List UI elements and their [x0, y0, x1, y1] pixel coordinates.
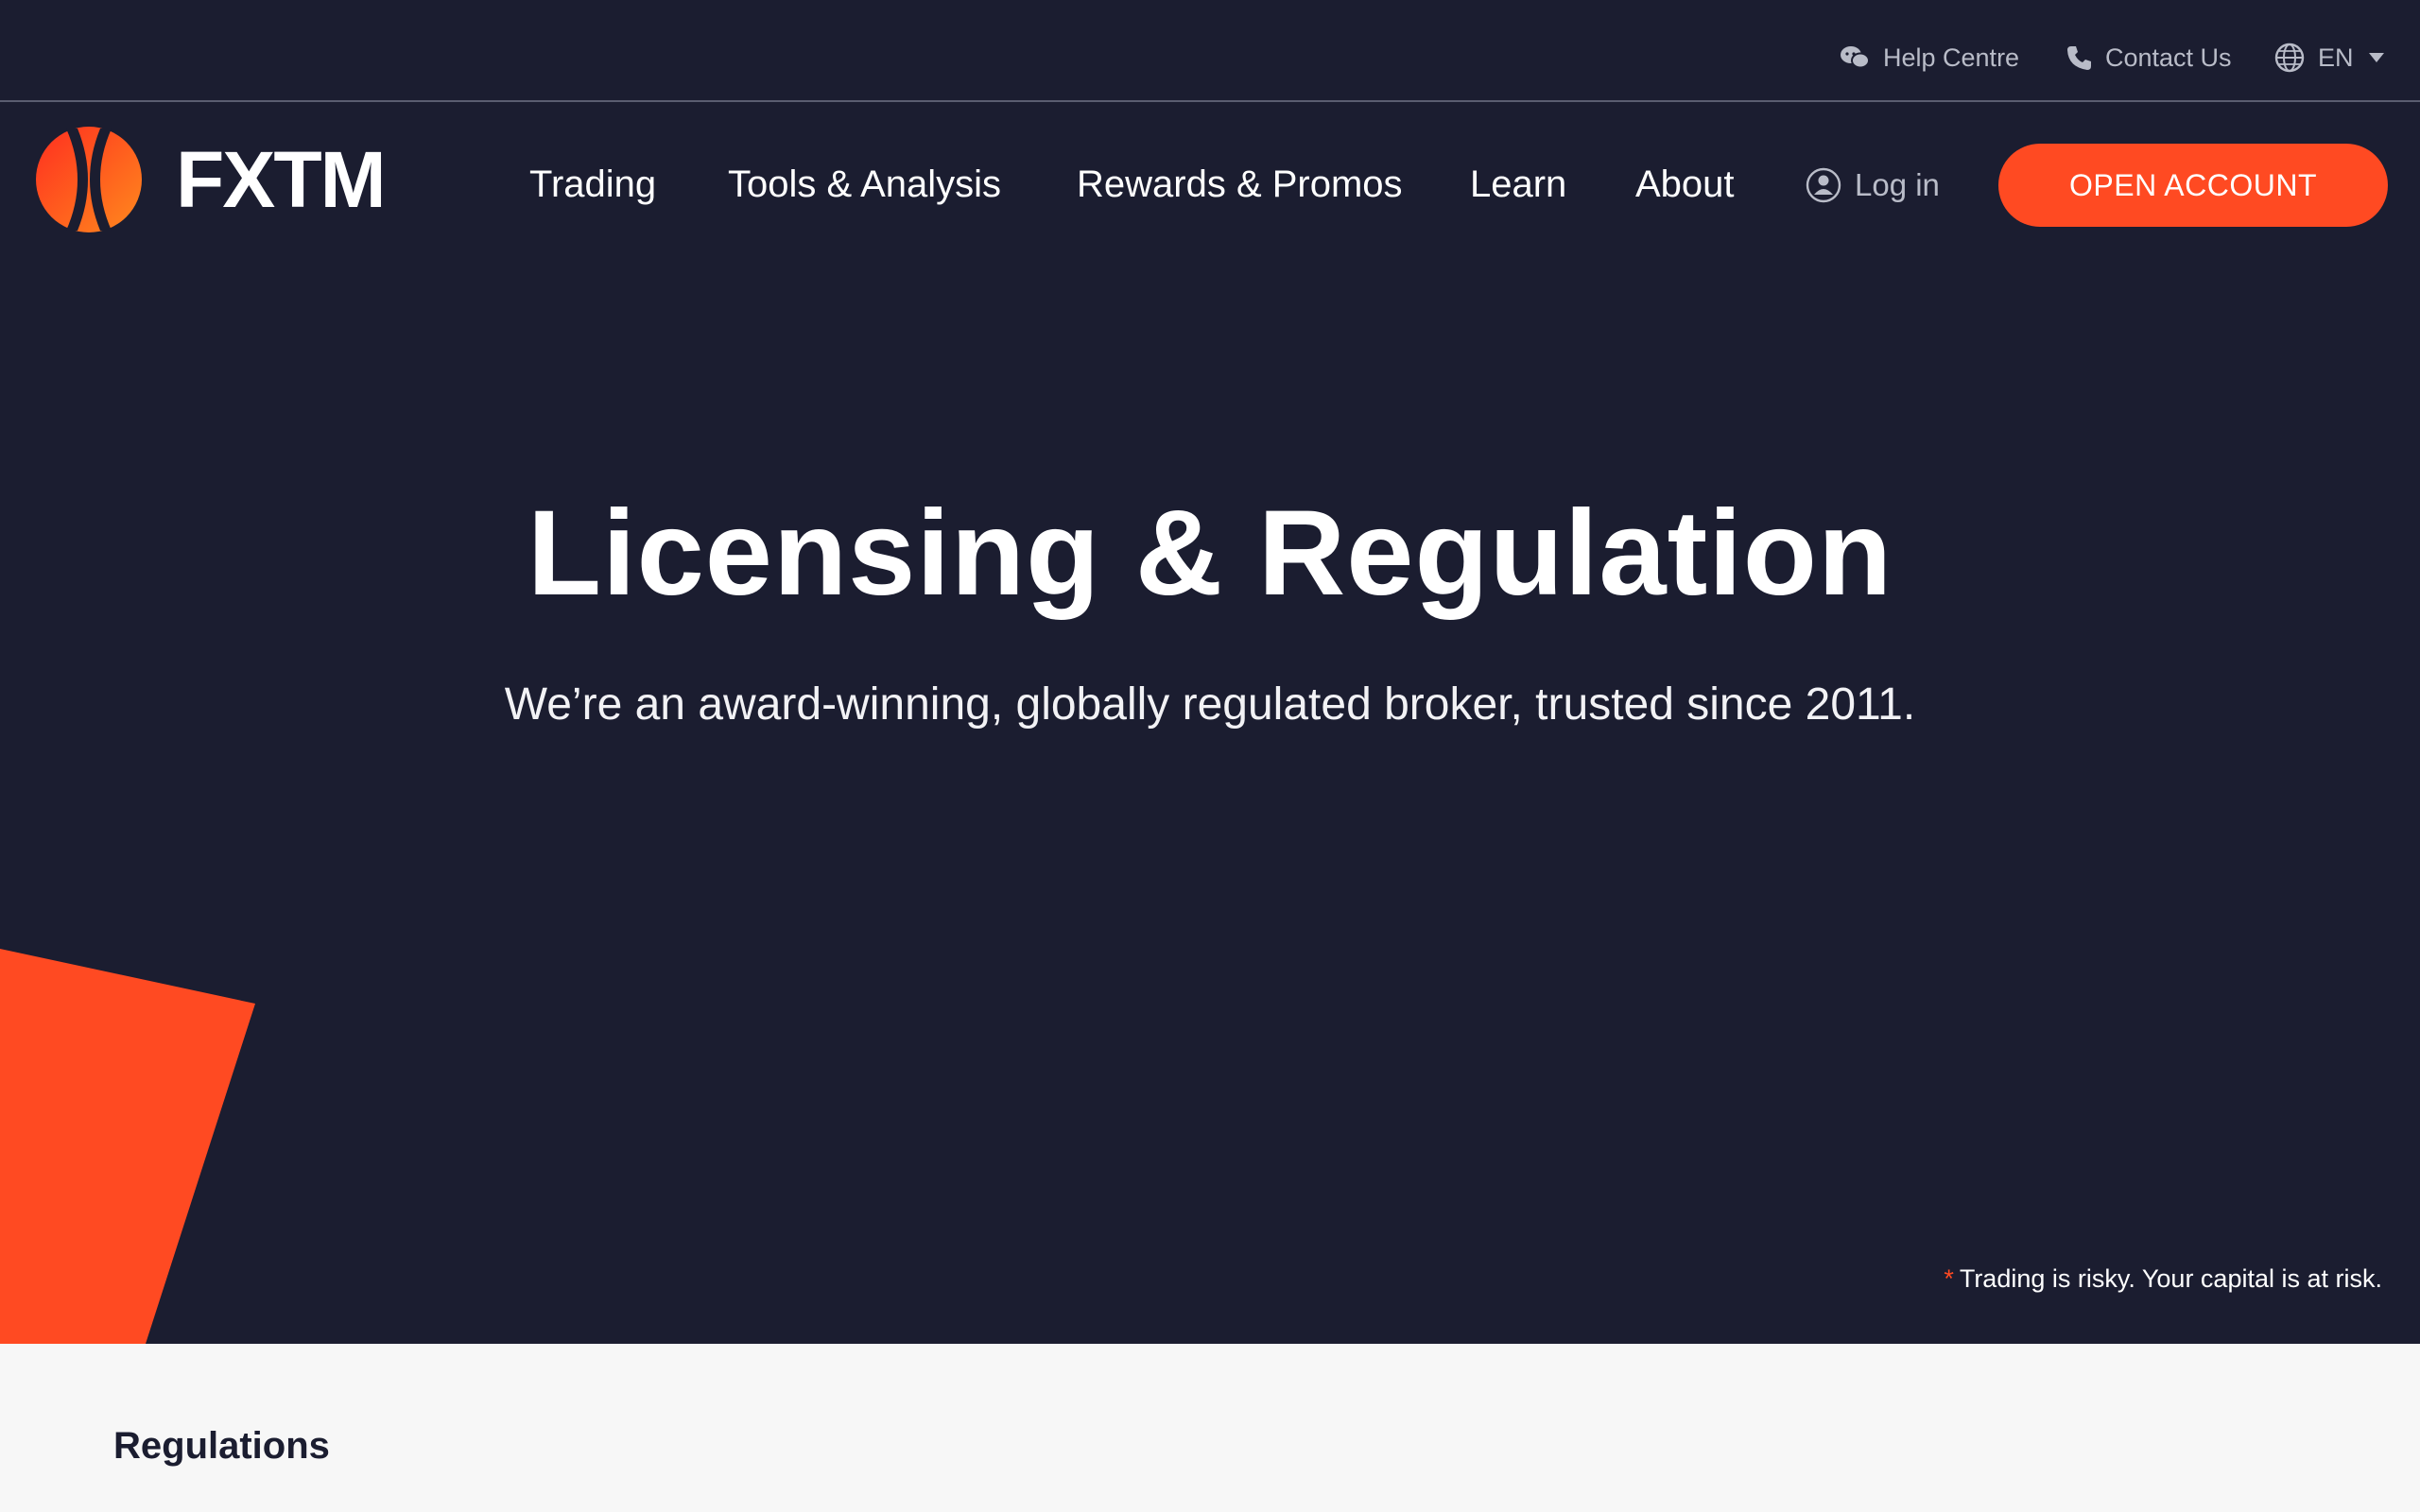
globe-icon [2274, 43, 2305, 73]
risk-warning: * Trading is risky. Your capital is at ri… [1944, 1264, 2382, 1294]
hero-subtitle: We’re an award-winning, globally regulat… [504, 679, 1916, 730]
phone-icon [2067, 46, 2091, 70]
nav-trading[interactable]: Trading [529, 153, 656, 215]
utility-bar: Help Centre Contact Us EN [0, 0, 2420, 102]
fxtm-logo-icon [36, 127, 142, 232]
contact-us-link[interactable]: Contact Us [2066, 36, 2232, 79]
user-icon [1806, 167, 1841, 203]
nav-tools-analysis[interactable]: Tools & Analysis [728, 153, 1001, 215]
risk-asterisk: * [1944, 1264, 1954, 1293]
nav-about[interactable]: About [1635, 153, 1735, 215]
login-link[interactable]: Log in [1806, 159, 1940, 212]
fxtm-logo[interactable]: FXTM [34, 125, 387, 234]
nav-learn[interactable]: Learn [1470, 153, 1566, 215]
open-account-button[interactable]: OPEN ACCOUNT [1998, 144, 2388, 227]
help-centre-label: Help Centre [1883, 43, 2020, 72]
risk-text: Trading is risky. Your capital is at ris… [1959, 1264, 2382, 1293]
language-selector[interactable]: EN [2274, 36, 2384, 79]
caret-down-icon [2368, 53, 2384, 62]
help-centre-link[interactable]: Help Centre [1840, 36, 2019, 79]
contact-us-label: Contact Us [2105, 43, 2232, 72]
regulations-section: Regulations [0, 1344, 2420, 1512]
login-label: Log in [1855, 167, 1940, 202]
language-label: EN [2318, 43, 2354, 72]
decorative-shape [0, 949, 255, 1344]
page-title: Licensing & Regulation [527, 486, 1893, 621]
regulations-heading: Regulations [113, 1425, 330, 1467]
nav-rewards-promos[interactable]: Rewards & Promos [1077, 153, 1403, 215]
chat-bubbles-icon [1841, 46, 1870, 69]
brand-wordmark: FXTM [176, 134, 387, 224]
